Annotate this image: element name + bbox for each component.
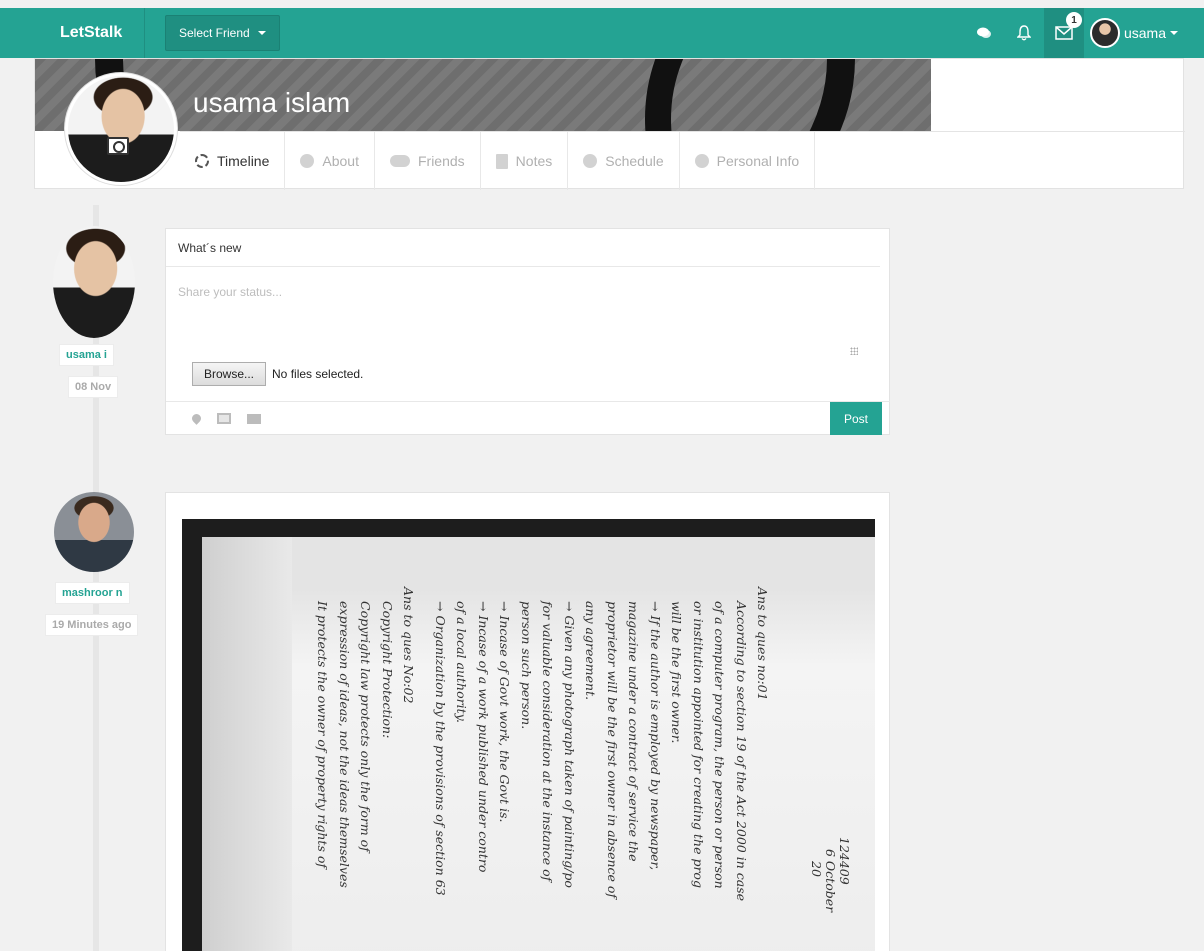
tab-timeline[interactable]: Timeline <box>180 132 286 190</box>
select-friend-dropdown[interactable]: Select Friend <box>165 15 280 51</box>
file-status: No files selected. <box>272 367 364 381</box>
note-line: → Organization by the provisions of sect… <box>432 601 448 896</box>
note-line: → Given any photograph taken of painting… <box>561 601 577 888</box>
note-line: will be the first owner. <box>669 601 684 744</box>
status-author-avatar[interactable] <box>53 226 135 338</box>
tab-friends[interactable]: Friends <box>375 132 481 190</box>
post-button[interactable]: Post <box>829 402 882 435</box>
handwritten-note: Ans to ques no:01 According to section 19… <box>202 537 875 951</box>
note-line: magazine under a contract of service the <box>626 601 641 862</box>
note-line: for valuable consideration at the instan… <box>540 601 555 882</box>
brand-logo[interactable]: LetStalk <box>0 8 145 58</box>
note-line: of a local authority. <box>454 601 469 723</box>
status-author-name[interactable]: usama i <box>59 344 114 366</box>
post-author-avatar[interactable] <box>54 492 134 572</box>
profile-header: usama islam Timeline About Friends Notes… <box>34 58 1185 190</box>
profile-name: usama islam <box>193 87 351 118</box>
top-navbar: LetStalk Select Friend 1 usama <box>0 8 1204 58</box>
note-line: → If the author is employed by newspaper… <box>647 601 663 871</box>
post-time: 19 Minutes ago <box>45 614 139 636</box>
timeline-icon <box>195 154 209 168</box>
bell-icon <box>1016 25 1031 41</box>
location-pin-icon[interactable] <box>190 412 203 425</box>
chat-button[interactable] <box>964 8 1004 58</box>
file-picker: Browse... No files selected. <box>192 362 363 386</box>
post-card: Ans to ques no:01 According to section 19… <box>165 492 890 951</box>
composer-title: What´s new <box>166 229 880 267</box>
note-corner-text: 20 <box>809 861 824 877</box>
note-line: person such person. <box>518 601 534 730</box>
user-menu[interactable]: usama <box>1084 8 1204 58</box>
clock-icon <box>583 154 598 168</box>
note-line: expression of ideas, not the ideas thems… <box>336 601 352 888</box>
note-line: Ans to ques no:01 <box>755 587 770 701</box>
envelope-icon <box>1055 26 1073 40</box>
caret-down-icon <box>1170 31 1178 35</box>
status-date: 08 Nov <box>68 376 119 398</box>
profile-tabs: Timeline About Friends Notes Schedule Pe… <box>180 131 1185 190</box>
note-line: Copyright law protects only the form of <box>358 601 373 852</box>
note-line: It protects the owner of property rights… <box>315 601 330 868</box>
note-line: of a computer program, the person or per… <box>712 601 727 889</box>
notifications-button[interactable] <box>1004 8 1044 58</box>
note-line: → Incase of a work published under contr… <box>475 601 491 873</box>
resize-handle-icon[interactable] <box>850 347 858 355</box>
note-corner-text: 6 October <box>823 849 838 913</box>
profile-picture[interactable] <box>65 73 177 185</box>
tab-notes[interactable]: Notes <box>481 132 569 190</box>
user-circle-icon <box>300 154 315 168</box>
note-line: proprietor will be the first owner in ab… <box>604 601 620 899</box>
note-line: According to section 19 of the Act 2000 … <box>733 601 749 902</box>
note-corner-text: 124409 <box>837 837 852 885</box>
info-icon <box>694 154 709 168</box>
select-friend-label: Select Friend <box>179 26 250 40</box>
messages-badge: 1 <box>1065 12 1082 28</box>
tab-personal-info[interactable]: Personal Info <box>680 132 816 190</box>
chat-icon <box>976 27 991 38</box>
file-icon <box>495 153 508 169</box>
tab-about[interactable]: About <box>285 132 375 190</box>
messages-button[interactable]: 1 <box>1043 8 1084 58</box>
note-line: any agreement. <box>583 601 598 701</box>
caret-down-icon <box>257 31 266 35</box>
group-icon <box>389 155 410 167</box>
user-avatar <box>1089 18 1120 48</box>
post-author-name[interactable]: mashroor n <box>55 582 130 604</box>
camera-icon[interactable] <box>107 137 129 155</box>
note-line: Ans to ques No:02 <box>401 587 416 704</box>
tab-schedule[interactable]: Schedule <box>568 132 680 190</box>
composer-footer: Post <box>166 401 890 435</box>
note-line: or institution appointed for creating th… <box>690 601 706 888</box>
image-icon[interactable] <box>217 413 231 424</box>
status-input[interactable]: Share your status... <box>178 285 282 299</box>
status-composer: What´s new Share your status... Browse..… <box>165 228 890 435</box>
note-line: → Incase of Govt work, the Govt is. <box>497 601 512 823</box>
username-label: usama <box>1123 25 1166 41</box>
video-camera-icon[interactable] <box>247 413 261 424</box>
note-line: Copyright Protection: <box>379 601 395 739</box>
post-photo[interactable]: Ans to ques no:01 According to section 19… <box>182 519 875 951</box>
browse-button[interactable]: Browse... <box>192 362 267 386</box>
